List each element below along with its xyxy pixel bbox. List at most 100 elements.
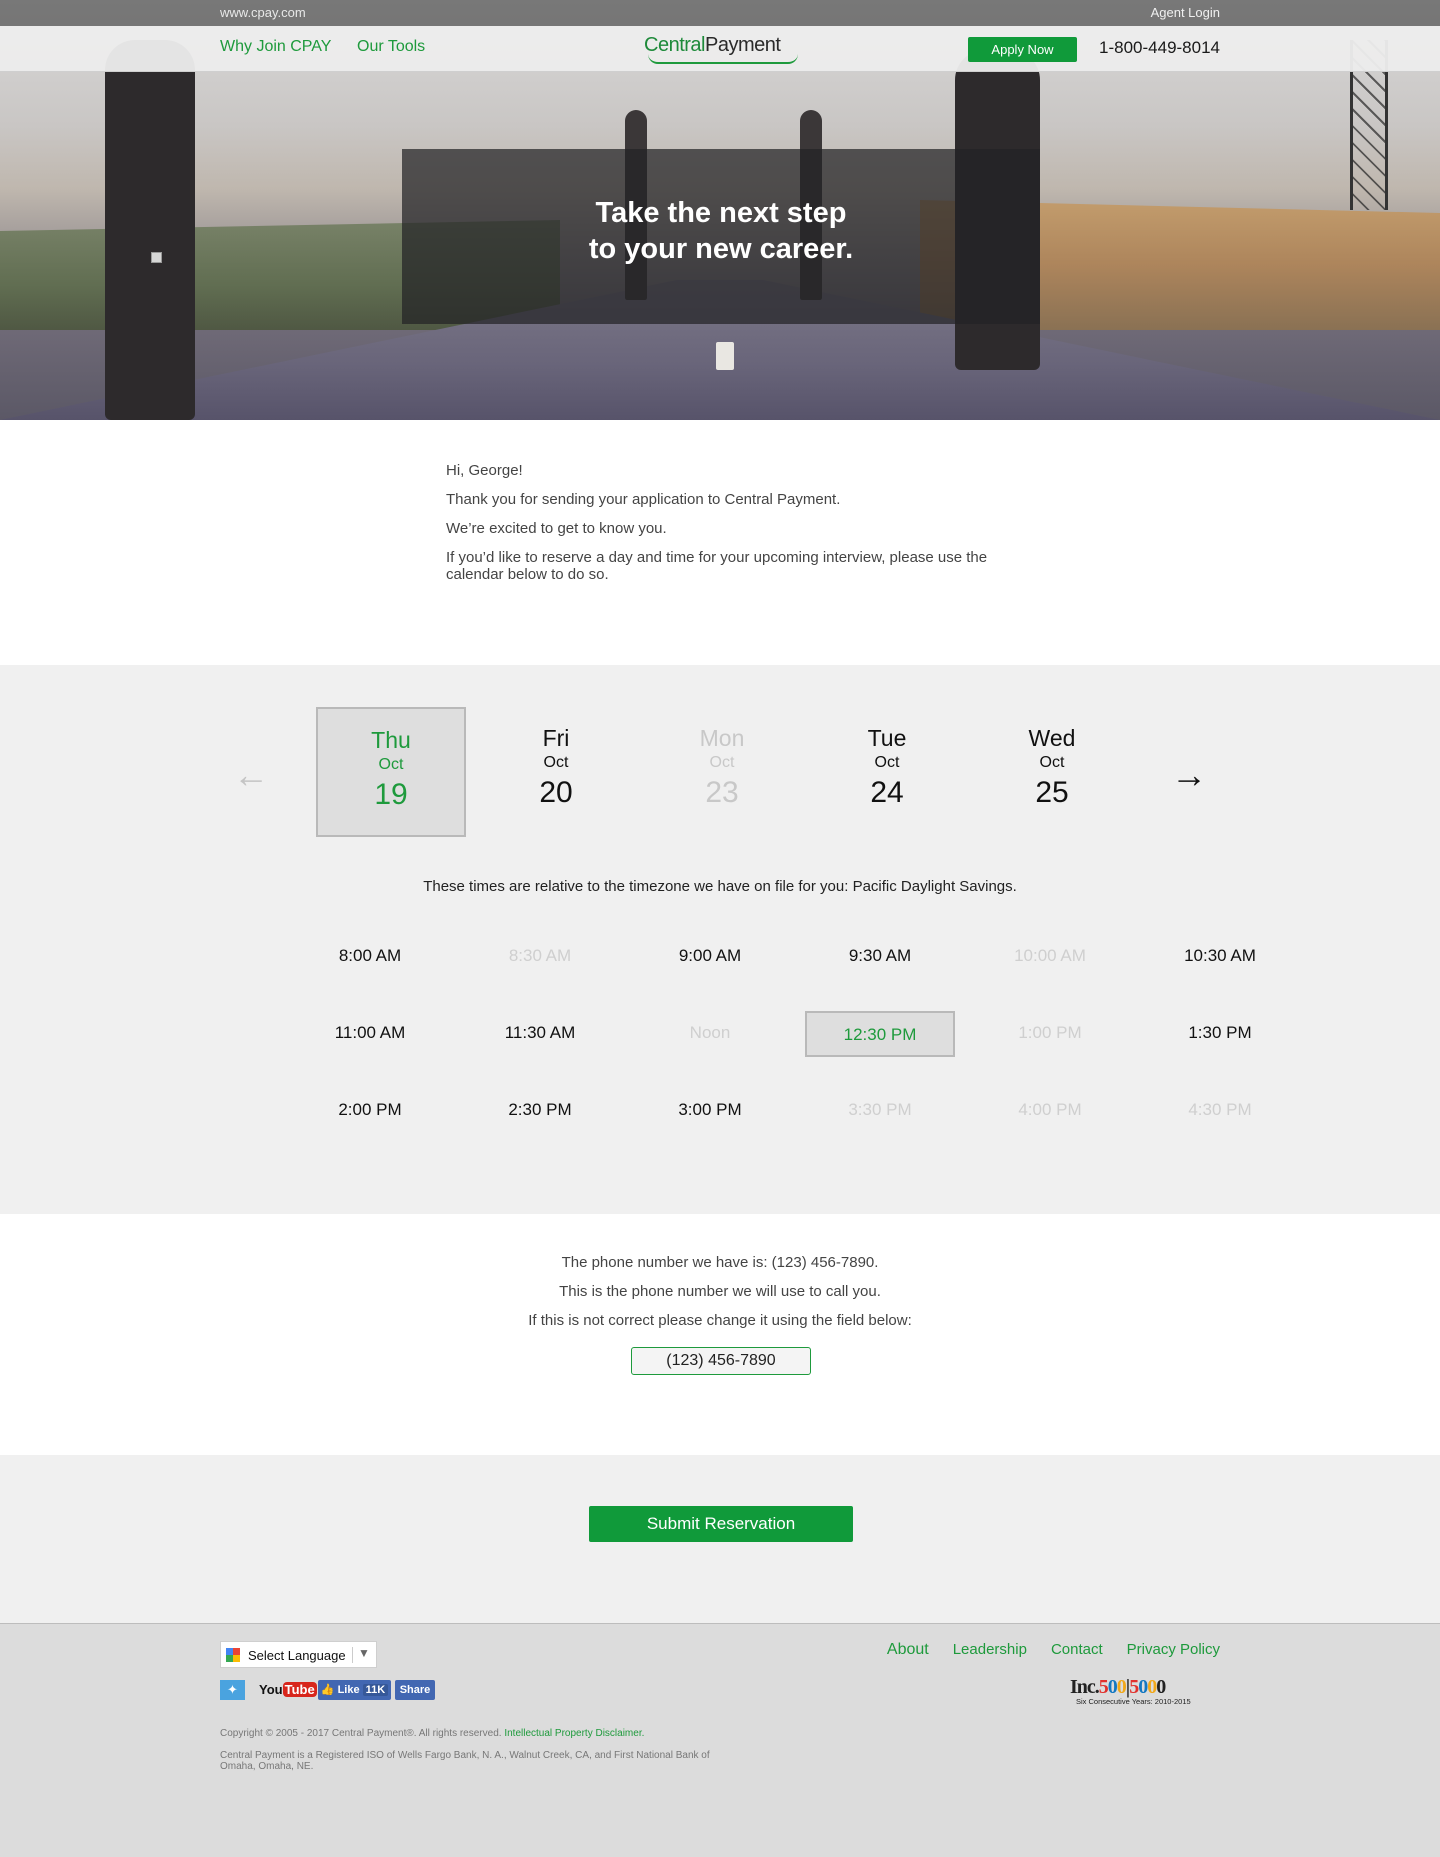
time-slot[interactable]: 2:30 PM [465,1088,615,1134]
greeting-hello: Hi, George! [446,462,523,479]
day-date: 25 [1035,776,1069,809]
day-weekday: Tue [867,725,907,751]
language-select-label: Select Language [248,1648,346,1663]
phone-change-text: If this is not correct please change it … [528,1312,912,1329]
phone-number-input[interactable] [631,1347,811,1375]
agent-login-link[interactable]: Agent Login [1151,5,1220,20]
day-weekday: Wed [1028,725,1076,751]
inc-logo-text: Inc. [1070,1676,1100,1698]
logo-text-central: Central [644,34,705,56]
copyright: Copyright © 2005 - 2017 Central Payment®… [220,1728,644,1739]
day-month: Oct [709,754,735,771]
day-weekday: Thu [371,727,411,753]
day-option: Mon Oct 23 [647,707,797,837]
apply-now-button[interactable]: Apply Now [968,37,1077,62]
main-nav: Why Join CPAY Our Tools CentralPayment A… [0,26,1440,72]
time-slot: 3:30 PM [848,1100,912,1119]
hero-title-line2: to your new career. [588,233,854,265]
prev-days-arrow-icon[interactable]: ← [233,757,269,793]
day-option[interactable]: Tue Oct 24 [812,707,962,837]
time-slot: 4:30 PM [1188,1100,1252,1119]
copyright-text: Copyright © 2005 - 2017 Central Payment®… [220,1728,502,1739]
hero-headline-box: Take the next step to your new career. [402,149,1040,324]
greeting-instructions: If you’d like to reserve a day and time … [446,549,988,583]
time-slot: Noon [689,1023,731,1042]
logo-text-payment: Payment [704,34,781,56]
inc-5000-badge: Inc.500|5000 Six Consecutive Years: 2010… [1070,1676,1191,1706]
top-bar: www.cpay.com Agent Login [0,0,1440,26]
time-slot[interactable]: 8:00 AM [295,934,445,980]
time-slot[interactable]: 1:30 PM [1145,1011,1295,1057]
time-slot[interactable]: 11:30 AM [465,1011,615,1057]
time-slot[interactable]: 2:00 PM [295,1088,445,1134]
logo-swoosh [648,54,798,64]
day-weekday: Fri [542,725,570,751]
day-weekday: Mon [699,725,745,751]
site-domain: www.cpay.com [220,5,306,20]
phone-use-text: This is the phone number we will use to … [559,1283,881,1300]
time-slot: 10:00 AM [1014,946,1086,965]
chevron-down-icon: ▼ [358,1646,370,1660]
time-slot: 1:00 PM [1018,1023,1082,1042]
hero-road-stripe [716,342,734,370]
nav-why-join[interactable]: Why Join CPAY [220,38,331,56]
time-slot[interactable]: 11:00 AM [295,1011,445,1057]
day-date: 24 [870,776,904,809]
iso-note: Central Payment is a Registered ISO of W… [220,1750,710,1772]
greeting-text: Hi, George! Thank you for sending your a… [446,462,1006,595]
hero-title: Take the next step to your new career. [402,195,1040,267]
footer-link-contact[interactable]: Contact [1051,1641,1103,1659]
header-phone[interactable]: 1-800-449-8014 [1099,38,1220,58]
day-date: 19 [374,778,408,811]
day-date: 20 [539,776,573,809]
hero-title-line1: Take the next step [595,197,847,229]
day-option[interactable]: Fri Oct 20 [481,707,631,837]
day-option[interactable]: Thu Oct 19 [316,707,466,837]
timezone-note: These times are relative to the timezone… [423,878,1017,895]
language-select[interactable]: Select Language ▼ [220,1641,377,1668]
youtube-icon[interactable]: You Tube [259,1680,317,1700]
day-date: 23 [705,776,739,809]
submit-section: Submit Reservation [0,1455,1440,1623]
hero-small-icon [151,252,162,263]
time-slot[interactable]: 10:30 AM [1145,934,1295,980]
site-footer: Select Language ▼ ✦ You Tube 👍 Like 11K Sh… [0,1623,1440,1857]
footer-link-about[interactable]: About [887,1641,929,1659]
fb-like-label: Like [337,1684,360,1696]
hero-tree [105,40,195,420]
phone-confirmation: The phone number we have is: (123) 456-7… [0,1214,1440,1455]
time-slot[interactable]: 12:30 PM [805,1011,955,1057]
footer-link-leadership[interactable]: Leadership [953,1641,1027,1659]
language-select-divider [352,1647,353,1663]
phone-current-text: The phone number we have is: (123) 456-7… [561,1254,879,1271]
twitter-icon[interactable]: ✦ [220,1680,245,1700]
google-translate-icon [226,1648,240,1662]
time-slot[interactable]: 9:30 AM [805,934,955,980]
day-option[interactable]: Wed Oct 25 [977,707,1127,837]
nav-our-tools[interactable]: Our Tools [357,38,425,56]
day-month: Oct [874,754,900,771]
youtube-you: You [259,1682,283,1697]
day-month: Oct [378,756,404,773]
day-month: Oct [1039,754,1065,771]
submit-reservation-button[interactable]: Submit Reservation [589,1506,853,1542]
next-days-arrow-icon[interactable]: → [1171,757,1207,793]
time-slot[interactable]: 3:00 PM [635,1088,785,1134]
hero-banner: www.cpay.com Agent Login Why Join CPAY O… [0,0,1440,420]
fb-like-count: 11K [362,1684,389,1696]
youtube-tube: Tube [282,1682,317,1697]
interview-calendar: ← → Thu Oct 19 Fri Oct 20 Mon Oct 23 Tue… [0,665,1440,1214]
greeting-excited: We’re excited to get to know you. [446,520,667,537]
greeting-thanks: Thank you for sending your application t… [446,491,841,508]
inc-subtitle: Six Consecutive Years: 2010-2015 [1076,1697,1191,1706]
ip-disclaimer-link[interactable]: Intellectual Property Disclaimer. [504,1728,644,1739]
footer-links: About Leadership Contact Privacy Policy [887,1641,1220,1659]
time-slot[interactable]: 9:00 AM [635,934,785,980]
facebook-share-button[interactable]: Share [395,1680,435,1700]
footer-link-privacy[interactable]: Privacy Policy [1127,1641,1220,1659]
facebook-like-button[interactable]: 👍 Like 11K [318,1680,391,1700]
central-payment-logo[interactable]: CentralPayment [644,34,800,68]
time-slot: 4:00 PM [1018,1100,1082,1119]
day-month: Oct [543,754,569,771]
time-slot: 8:30 AM [508,946,572,965]
